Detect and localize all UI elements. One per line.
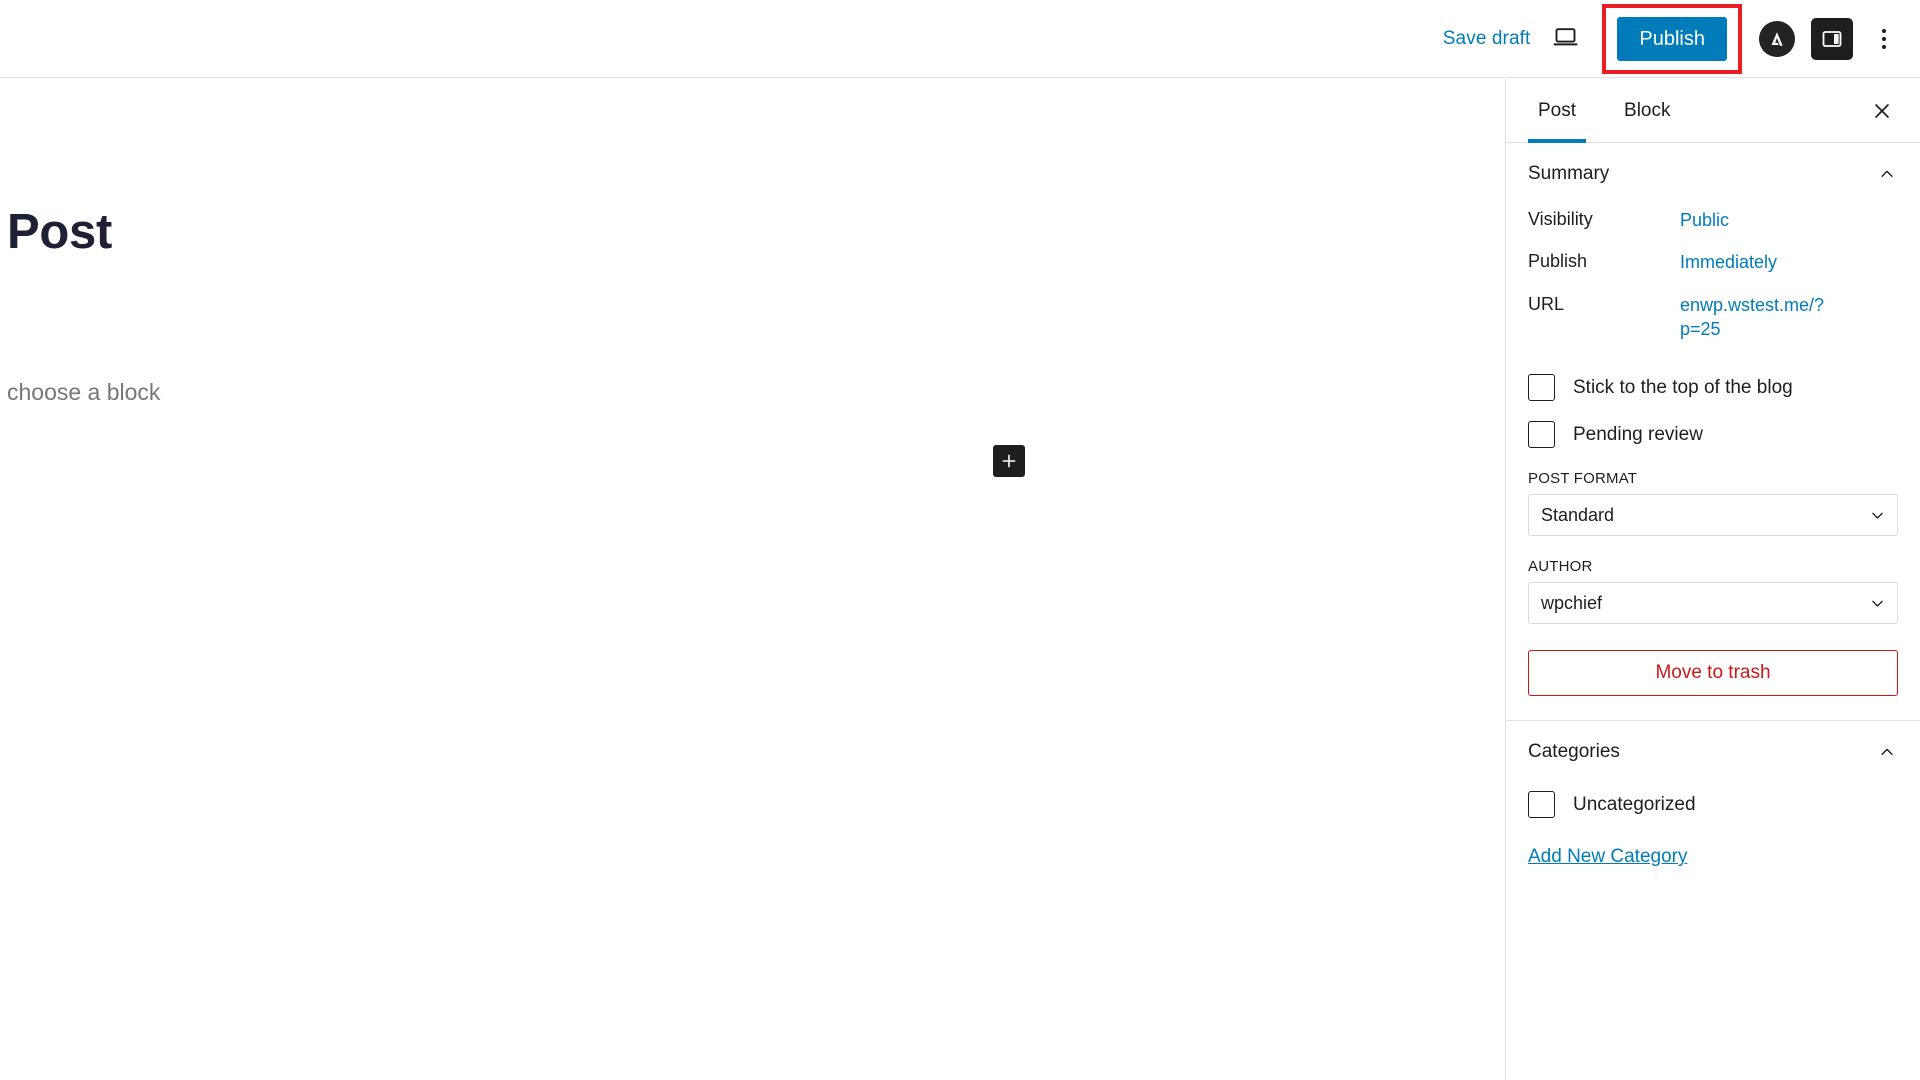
add-block-button[interactable] <box>993 445 1025 477</box>
editor-header: Save draft Publish <box>0 0 1920 78</box>
chevron-up-icon[interactable] <box>1876 163 1898 185</box>
save-draft-button[interactable]: Save draft <box>1433 20 1541 58</box>
author-select[interactable]: wpchief <box>1528 582 1898 625</box>
settings-sidebar: Post Block Summary Visibility Public Pub… <box>1505 79 1920 1080</box>
preview-button[interactable] <box>1540 14 1590 64</box>
author-label: AUTHOR <box>1528 558 1593 576</box>
publish-label: Publish <box>1528 251 1588 272</box>
url-label: URL <box>1528 293 1565 314</box>
close-icon[interactable] <box>1862 91 1902 131</box>
tab-block[interactable]: Block <box>1614 79 1680 142</box>
publish-value[interactable]: Immediately <box>1680 250 1777 274</box>
header-actions: Save draft Publish <box>1433 0 1920 77</box>
categories-section-header[interactable]: Categories <box>1528 741 1898 763</box>
chevron-down-icon <box>1867 505 1887 525</box>
url-value[interactable]: enwp.wstest.me/?p=25 <box>1680 293 1830 342</box>
post-format-select[interactable]: Standard <box>1528 494 1898 537</box>
summary-section: Summary Visibility Public Publish Immedi… <box>1506 143 1920 722</box>
wordpress-block-editor: Save draft Publish Post choose a block P… <box>0 0 1920 1080</box>
tab-post[interactable]: Post <box>1528 79 1587 143</box>
post-format-value: Standard <box>1541 504 1615 525</box>
summary-section-header[interactable]: Summary <box>1528 163 1898 185</box>
chevron-up-icon[interactable] <box>1876 741 1898 763</box>
publish-button[interactable]: Publish <box>1617 16 1727 61</box>
laptop-preview-icon <box>1552 23 1579 55</box>
sticky-post-checkbox[interactable] <box>1528 374 1555 402</box>
pending-review-label: Pending review <box>1573 423 1703 445</box>
summary-title: Summary <box>1528 163 1610 184</box>
category-uncategorized-row[interactable]: Uncategorized <box>1528 791 1898 819</box>
visibility-value[interactable]: Public <box>1680 208 1729 232</box>
page-title[interactable]: Post <box>7 204 112 260</box>
sidebar-tabs: Post Block <box>1506 79 1920 143</box>
kebab-menu-icon[interactable] <box>1862 15 1906 63</box>
block-placeholder-text[interactable]: choose a block <box>7 379 160 406</box>
sticky-post-label: Stick to the top of the blog <box>1573 376 1793 398</box>
move-to-trash-button[interactable]: Move to trash <box>1528 650 1898 697</box>
summary-row-publish: Publish Immediately <box>1528 241 1898 283</box>
summary-row-visibility: Visibility Public <box>1528 199 1898 241</box>
pending-review-checkbox[interactable] <box>1528 421 1555 449</box>
editor-canvas: Post choose a block <box>0 79 1505 1080</box>
author-value: wpchief <box>1541 592 1603 613</box>
categories-section: Categories Uncategorized Add New Categor… <box>1506 721 1920 892</box>
settings-sidebar-icon[interactable] <box>1811 17 1853 60</box>
add-new-category-link[interactable]: Add New Category <box>1528 846 1687 868</box>
chevron-down-icon <box>1867 593 1887 613</box>
category-uncategorized-label: Uncategorized <box>1573 793 1696 815</box>
sticky-post-checkbox-row[interactable]: Stick to the top of the blog <box>1528 374 1898 402</box>
category-uncategorized-checkbox[interactable] <box>1528 791 1555 819</box>
astra-logo-icon[interactable] <box>1759 20 1795 57</box>
visibility-label: Visibility <box>1528 209 1593 229</box>
categories-title: Categories <box>1528 741 1620 763</box>
summary-row-url: URL enwp.wstest.me/?p=25 <box>1528 284 1898 351</box>
post-format-label: POST FORMAT <box>1528 470 1638 488</box>
pending-review-checkbox-row[interactable]: Pending review <box>1528 421 1898 449</box>
publish-highlight-annotation: Publish <box>1602 3 1742 74</box>
